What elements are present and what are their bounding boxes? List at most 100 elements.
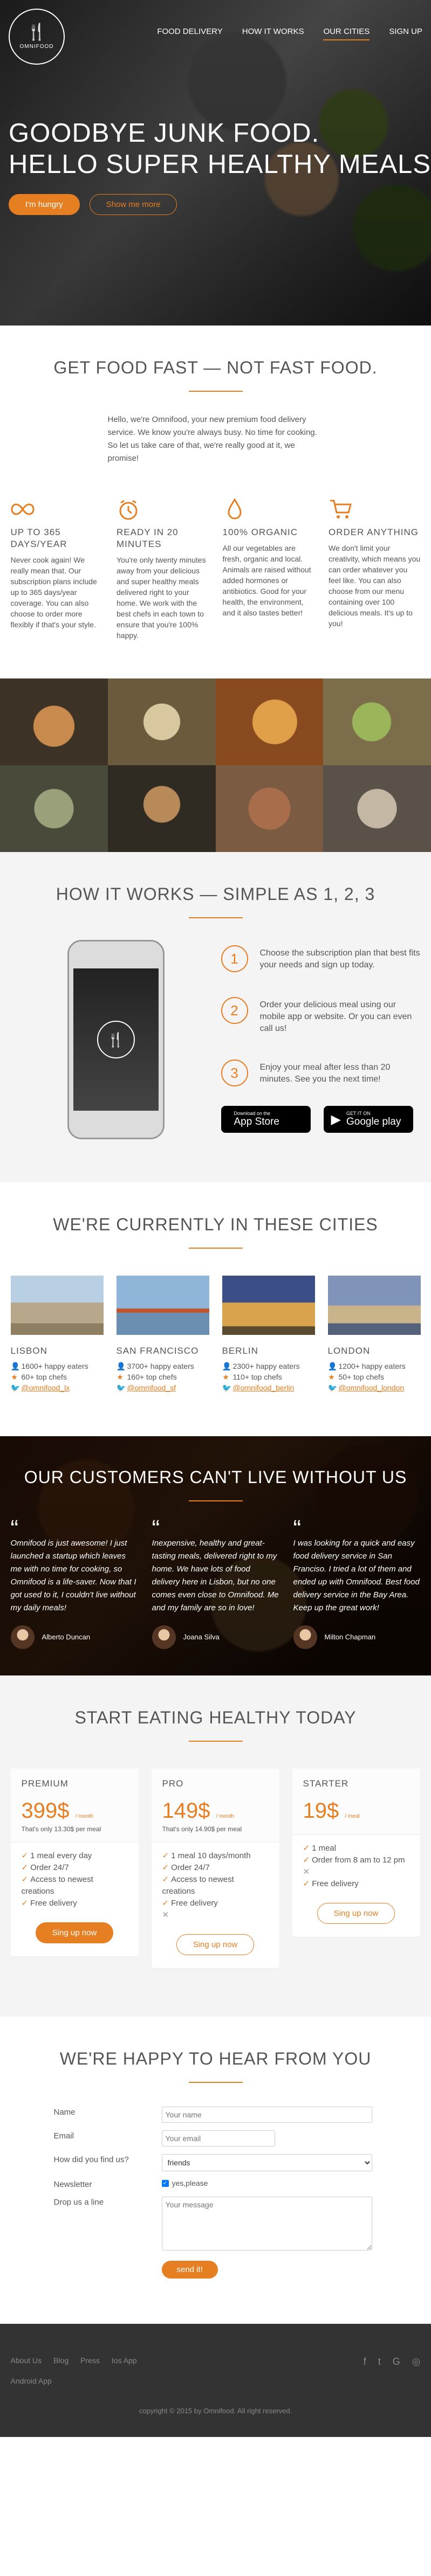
plan-feature-text: 1 meal every day [30, 1851, 92, 1860]
footer-link-blog[interactable]: Blog [53, 2356, 69, 2365]
city-chefs-text: 160+ top chefs [127, 1373, 177, 1381]
check-icon: ✓ [303, 1855, 310, 1865]
steps-body: 🍴 1 Choose the subscription plan that be… [11, 940, 421, 1139]
feature-text: All our vegetables are fresh, organic an… [222, 544, 311, 617]
meals-showcase [0, 678, 431, 852]
city-twitter-link[interactable]: @omnifood_lx [22, 1382, 70, 1393]
im-hungry-button[interactable]: I'm hungry [9, 194, 80, 215]
plan-feature: ✓ Access to newest creations [22, 1874, 128, 1898]
feature-text: We don't limit your creativity, which me… [329, 544, 421, 628]
city-photo [10, 1276, 104, 1335]
step-text: Enjoy your meal after less than 20 minut… [259, 1063, 391, 1084]
footer-row: About Us Blog Press Ios App Android App … [11, 2356, 421, 2385]
testimonial-author: Alberto Duncan [10, 1625, 138, 1649]
step-text: Order your delicious meal using our mobi… [259, 1000, 412, 1033]
plan-footer: Sing up now [152, 1929, 279, 1968]
feature-title: Ready in 20 minutes [117, 527, 179, 549]
main-nav: Food delivery How it works Our cities Si… [157, 27, 422, 40]
page: 🍴 OMNIFOOD Food delivery How it works Ou… [0, 0, 431, 2437]
check-icon: ✓ [21, 1875, 29, 1884]
plan-starter: Starter 19$ / meal ✓ 1 meal ✓ Order from 8… [292, 1769, 420, 1937]
meal-photo [215, 765, 324, 852]
city-eaters-text: 3700+ happy eaters [127, 1362, 194, 1370]
starter-signup-button[interactable]: Sing up now [317, 1903, 395, 1924]
star-icon: ★ [117, 1373, 124, 1381]
star-icon: ★ [328, 1373, 335, 1381]
facebook-icon[interactable]: f [364, 2356, 366, 2385]
pro-signup-button[interactable]: Sing up now [176, 1934, 255, 1955]
form-row-message: Drop us a line [54, 2197, 378, 2253]
plan-feature: ✓ 1 meal 10 days/month [162, 1850, 269, 1862]
name-field[interactable] [161, 2107, 372, 2123]
testimonials-section: Our customers can't live without us “ Om… [0, 1436, 431, 1675]
premium-signup-button[interactable]: Sing up now [35, 1922, 114, 1943]
google-play-button[interactable]: ▶ GET IT ON Google play [323, 1106, 413, 1133]
send-button[interactable]: send it! [161, 2261, 218, 2279]
footer-link-ios[interactable]: Ios App [112, 2356, 137, 2365]
message-field[interactable] [161, 2197, 372, 2250]
plan-features: ✓ 1 meal 10 days/month ✓ Order 24/7 ✓ Acces… [152, 1843, 279, 1929]
plan-premium: Premium 399$ / month That's only 13.30$ … [10, 1769, 139, 1956]
person-icon: 👤 [116, 1362, 126, 1370]
hero-heading: Goodbye junk food. Hello super healthy m… [9, 117, 431, 180]
stopwatch-icon [119, 500, 138, 520]
nav-how-it-works[interactable]: How it works [242, 27, 304, 40]
plan-footer: Sing up now [292, 1898, 420, 1937]
find-us-select[interactable]: friends [161, 2154, 372, 2171]
footer-link-about[interactable]: About Us [11, 2356, 42, 2365]
app-store-button[interactable]: Download on the App Store [221, 1106, 311, 1133]
plan-feature: ✓ Access to newest creations [162, 1874, 269, 1898]
footer-link-press[interactable]: Press [80, 2356, 100, 2365]
hero-section: 🍴 OMNIFOOD Food delivery How it works Ou… [0, 0, 431, 326]
play-icon: ▶ [331, 1112, 341, 1127]
city-chefs: ★ 110+ top chefs [222, 1372, 315, 1382]
find-us-label: How did you find us? [53, 2155, 129, 2164]
plan-header: Pro 149$ / month That's only 14.90$ per … [151, 1769, 279, 1843]
google-plus-icon[interactable]: G [393, 2356, 400, 2385]
city-twitter-link[interactable]: @omnifood_sf [127, 1382, 176, 1393]
twitter-icon[interactable]: t [378, 2356, 381, 2385]
city-twitter-link[interactable]: @omnifood_berlin [233, 1382, 295, 1393]
check-icon: ✓ [162, 1863, 169, 1872]
nav-sign-up[interactable]: Sign up [389, 27, 422, 40]
city-card: London 👤 1200+ happy eaters ★ 50+ top chef… [327, 1276, 421, 1393]
instagram-icon[interactable]: ◎ [412, 2356, 421, 2385]
city-eaters: 👤 2300+ happy eaters [222, 1361, 315, 1372]
meal-photo [107, 765, 216, 852]
plan-feature: ✓ Order 24/7 [162, 1862, 269, 1874]
plan-feature-text: Access to newest creations [162, 1875, 234, 1896]
city-name: San Francisco [116, 1346, 199, 1356]
email-field[interactable] [161, 2130, 275, 2146]
check-icon: ✓ [21, 1863, 29, 1872]
step-number: 3 [221, 1060, 248, 1086]
contact-section: We're happy to hear from you Name Email … [0, 2017, 431, 2324]
logo-text: OMNIFOOD [19, 43, 54, 50]
logo[interactable]: 🍴 OMNIFOOD [9, 9, 65, 65]
plan-price-unit: / meal [345, 1813, 360, 1819]
twitter-icon: 🐦 [222, 1383, 231, 1392]
show-me-more-button[interactable]: Show me more [89, 194, 177, 215]
plan-price-value: 399$ [21, 1799, 70, 1823]
nav-food-delivery[interactable]: Food delivery [157, 27, 222, 40]
fork-knife-icon: 🍴 [26, 23, 47, 41]
check-icon: ✓ [303, 1879, 310, 1888]
plan-feature-text: 1 meal [312, 1844, 337, 1853]
plan-price: 149$ / month [162, 1799, 269, 1823]
nav-our-cities[interactable]: Our cities [323, 27, 370, 40]
footer-link-android[interactable]: Android App [11, 2377, 52, 2385]
city-eaters: 👤 1200+ happy eaters [328, 1361, 421, 1372]
steps-list: 1 Choose the subscription plan that best… [221, 940, 421, 1139]
city-twitter: 🐦 @omnifood_berlin [222, 1382, 315, 1393]
newsletter-checkbox[interactable]: ✓ [161, 2179, 169, 2187]
plan-feature-text: Free delivery [312, 1879, 359, 1888]
feature-title: Order anything [329, 527, 419, 537]
city-twitter-link[interactable]: @omnifood_london [339, 1382, 405, 1393]
cities-section: We're currently in these cities Lisbon 👤… [0, 1182, 431, 1436]
feature-text: You're only twenty minutes away from you… [117, 556, 206, 640]
avatar [152, 1625, 176, 1649]
cross-icon: ✕ [162, 1910, 169, 1920]
city-chefs: ★ 50+ top chefs [328, 1372, 421, 1382]
plans-section: Start eating healthy today Premium 399$ … [0, 1675, 431, 2017]
cities-grid: Lisbon 👤 1600+ happy eaters ★ 60+ top chef… [10, 1276, 421, 1393]
plan-price-unit: / month [216, 1813, 234, 1819]
